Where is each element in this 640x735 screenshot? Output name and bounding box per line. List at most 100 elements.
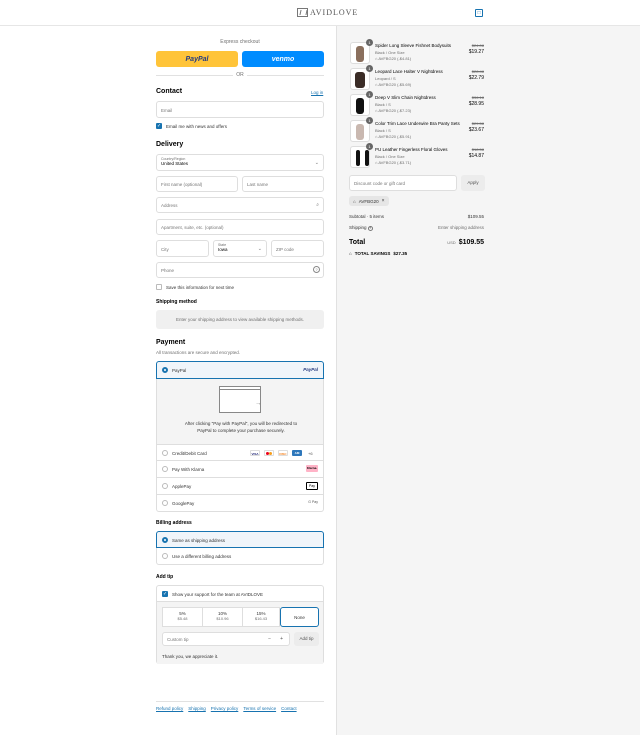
quantity-badge: 1 <box>366 143 373 150</box>
klarna-label: Pay With Klarna <box>172 467 205 472</box>
amex-icon: AM <box>292 450 302 456</box>
product-old-price: $24.08 <box>471 43 484 48</box>
last-name-field[interactable]: Last name <box>242 176 324 192</box>
country-select[interactable]: Country/Region United States ⌄ <box>156 154 324 171</box>
product-discount: ⌂ AVFBG20 (-$5.91) <box>375 134 411 139</box>
paypal-radio[interactable] <box>162 367 168 373</box>
city-field[interactable]: City <box>156 240 209 257</box>
payment-option-card[interactable]: Credit/Debit Card VISA DISC AM +6 <box>156 444 324 461</box>
custom-tip-field[interactable]: Custom tip − + <box>162 632 290 646</box>
apply-button[interactable]: Apply <box>461 175 485 191</box>
billing-different-radio[interactable] <box>162 553 168 559</box>
product-discount-text: AVFBG20 (-$5.69) <box>378 82 412 87</box>
state-value: Iowa <box>218 247 228 252</box>
product-discount-text: AVFBG20 (-$3.71) <box>378 160 412 165</box>
shipping-method-title: Shipping method <box>156 299 197 305</box>
savings-value: $27.35 <box>393 251 408 256</box>
header: AVIDLOVE □ <box>0 0 640 26</box>
paypal-express-button[interactable]: PayPal <box>156 51 238 67</box>
tip-support-checkbox[interactable]: ✓ <box>162 591 168 597</box>
store-logo[interactable]: AVIDLOVE <box>297 8 358 17</box>
product-price: $22.79 <box>468 75 484 81</box>
total-label: Total <box>349 239 366 246</box>
first-name-field[interactable]: First name (optional) <box>156 176 238 192</box>
zip-field[interactable]: ZIP code <box>271 240 324 257</box>
product-discount: ⌂ AVFBG20 (-$7.23) <box>375 108 411 113</box>
footer-link-privacy[interactable]: Privacy policy <box>211 706 239 711</box>
product-variant: Black / S <box>375 128 391 133</box>
email-field[interactable]: Email <box>156 101 324 118</box>
save-info-checkbox[interactable] <box>156 284 162 290</box>
paypal-label: PayPal <box>172 368 187 373</box>
help-icon[interactable]: ? <box>367 226 373 231</box>
login-link[interactable]: Log in <box>311 90 323 95</box>
footer-link-contact[interactable]: Contact <box>281 706 297 711</box>
express-checkout-label: Express checkout <box>220 39 260 45</box>
billing-different-label: Use a different billing address <box>172 554 232 559</box>
payment-option-klarna[interactable]: Pay With Klarna Klarna. <box>156 461 324 478</box>
paypal-redirect-panel: → After clicking "Pay with PayPal", you … <box>156 379 324 445</box>
footer-link-terms[interactable]: Terms of service <box>243 706 276 711</box>
minus-icon[interactable]: − <box>268 636 271 642</box>
save-info-label: Save this information for next time <box>166 285 235 290</box>
payment-option-applepay[interactable]: ApplePay Pay <box>156 478 324 495</box>
footer-link-shipping[interactable]: Shipping <box>188 706 206 711</box>
tip-option-15[interactable]: 15% $16.43 <box>242 607 280 627</box>
shipping-label-text: Shipping <box>349 225 367 230</box>
applepay-radio[interactable] <box>162 483 168 489</box>
total-savings: ⌂ TOTAL SAVINGS $27.35 <box>349 251 407 256</box>
apartment-field[interactable]: Apartment, suite, etc. (optional) <box>156 219 324 235</box>
tip-option-10[interactable]: 10% $10.96 <box>202 607 242 627</box>
tip-option-5[interactable]: 5% $5.48 <box>162 607 202 627</box>
add-tip-button[interactable]: Add tip <box>294 632 319 646</box>
shipping-method-note: Enter your shipping address to view avai… <box>156 310 324 329</box>
payment-option-googlepay[interactable]: GooglePay G Pay <box>156 495 324 512</box>
googlepay-radio[interactable] <box>162 500 168 506</box>
tip-panel: ✓ Show your support for the team at AVID… <box>156 585 324 664</box>
discount-code-field[interactable]: Discount code or gift card <box>349 175 457 191</box>
savings-label: TOTAL SAVINGS <box>354 251 391 256</box>
billing-same-label: Same as shipping address <box>172 538 226 543</box>
venmo-express-button[interactable]: venmo <box>242 51 324 67</box>
contact-title: Contact <box>156 88 183 95</box>
shopping-bag-icon[interactable]: □ <box>475 9 483 17</box>
applepay-label: ApplePay <box>172 484 192 489</box>
delivery-title: Delivery <box>156 141 184 148</box>
help-icon[interactable]: ? <box>313 266 320 273</box>
product-discount: ⌂ AVFBG20 (-$4.81) <box>375 56 411 61</box>
close-icon[interactable]: × <box>382 198 385 204</box>
tag-icon: ⌂ <box>353 198 356 204</box>
phone-field[interactable]: Phone ? <box>156 262 324 278</box>
redirect-text-1: After clicking "Pay with PayPal", you wi… <box>184 421 298 426</box>
product-price: $19.27 <box>468 49 484 55</box>
footer-link-refund[interactable]: Refund policy <box>156 706 183 711</box>
address-placeholder: Address <box>161 203 178 208</box>
more-cards-badge: +6 <box>308 451 313 456</box>
chevron-down-icon: ⌄ <box>314 160 319 166</box>
product-price: $23.67 <box>468 127 484 133</box>
or-label-wrap: OR <box>156 72 324 78</box>
custom-tip-placeholder: Custom tip <box>167 637 189 642</box>
paypal-logo-icon: PayPal <box>303 367 318 372</box>
product-variant: Black / One Size <box>375 154 405 159</box>
visa-icon: VISA <box>250 450 260 456</box>
quantity-badge: 1 <box>366 39 373 46</box>
state-select[interactable]: State Iowa ⌄ <box>213 240 267 257</box>
klarna-logo-icon: Klarna. <box>306 465 318 472</box>
product-variant: Leopard / S <box>375 76 396 81</box>
tip-option-none[interactable]: None <box>280 607 319 627</box>
total-value: $109.55 <box>458 239 484 246</box>
billing-same-option[interactable]: Same as shipping address <box>156 531 324 548</box>
payment-option-paypal[interactable]: PayPal PayPal <box>156 361 324 379</box>
address-field[interactable]: Address ⌕ <box>156 197 324 213</box>
billing-same-radio[interactable] <box>162 537 168 543</box>
billing-different-option[interactable]: Use a different billing address <box>156 548 324 565</box>
product-discount: ⌂ AVFBG20 (-$3.71) <box>375 160 411 165</box>
shipping-label: Shipping ? <box>349 225 373 231</box>
tag-icon: ⌂ <box>349 251 352 256</box>
card-radio[interactable] <box>162 450 168 456</box>
plus-icon[interactable]: + <box>280 636 283 642</box>
news-checkbox[interactable]: ✓ <box>156 123 162 129</box>
product-price: $14.87 <box>468 153 484 159</box>
klarna-radio[interactable] <box>162 466 168 472</box>
